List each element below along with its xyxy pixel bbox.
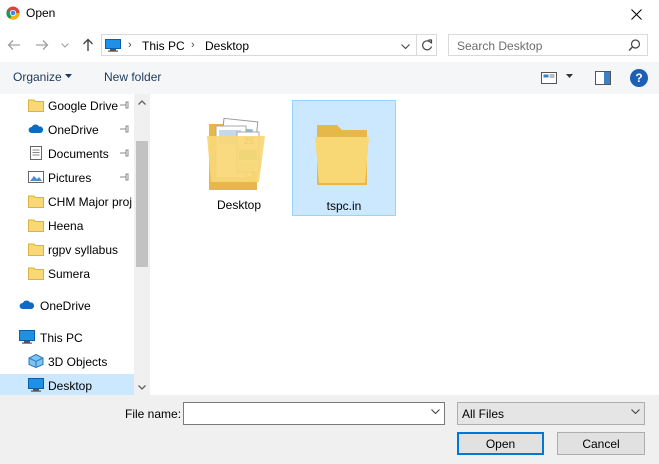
chrome-icon [6,6,20,20]
sidebar-item-label: CHM Major proj [48,195,133,209]
sidebar-item-3d-objects[interactable]: 3D Objects [0,350,134,374]
address-bar[interactable]: › This PC › Desktop [101,34,437,56]
sidebar-item-pictures[interactable]: Pictures [0,166,134,190]
pictures-icon [28,171,44,183]
sidebar-item-onedrive[interactable]: OneDrive [0,294,134,318]
desktop-icon [28,378,44,392]
file-name: Desktop [216,198,262,212]
file-name: tspc.in [326,199,362,213]
cloud-icon [19,300,35,309]
address-history-dropdown[interactable] [398,38,412,54]
file-item-desktop[interactable]: 25 Desktop [187,100,291,216]
chevron-up-icon [138,99,146,105]
sidebar-item-label: Desktop [48,379,93,393]
folder-icon [28,267,44,280]
folder-icon [28,219,44,232]
caret-down-icon[interactable] [566,74,573,78]
search-input[interactable]: Search Desktop [448,34,648,56]
folder-with-documents-icon: 25 [207,117,265,190]
chevron-down-icon [400,43,410,49]
scroll-up-button[interactable] [134,94,150,110]
search-icon [628,39,641,51]
sidebar-item-sumera[interactable]: Sumera [0,262,134,286]
file-name-label: File name: [125,407,182,421]
chevron-down-icon [61,42,69,48]
sidebar-item-desktop[interactable]: Desktop [0,374,134,395]
sidebar-item-heena[interactable]: Heena [0,214,134,238]
sidebar-item-label: Documents [48,147,109,161]
folder-icon [28,195,44,208]
file-type-select[interactable]: All Files [457,402,645,425]
close-button[interactable] [613,0,659,28]
new-folder-button[interactable]: New folder [104,70,161,84]
open-button[interactable]: Open [457,432,544,455]
title-bar: Open [0,0,659,28]
chevron-down-icon [138,384,146,390]
help-icon[interactable]: ? [630,69,648,87]
change-view-icon[interactable] [541,71,557,85]
refresh-icon [421,39,432,51]
computer-icon [19,330,35,344]
breadcrumb-separator: › [191,39,195,51]
sidebar-item-label: This PC [40,331,83,345]
file-type-value: All Files [462,407,505,421]
up-button[interactable] [78,36,98,54]
file-item-tspc-in[interactable]: tspc.in [292,100,396,216]
window-title: Open [26,6,56,20]
scrollbar-thumb[interactable] [136,141,148,267]
sidebar-item-label: Heena [48,219,84,233]
navigation-pane: Google Drive OneDrive Documents Pictures… [0,94,150,395]
arrow-right-icon [36,40,49,50]
computer-icon [105,39,121,52]
sidebar-item-rgpv-syllabus[interactable]: rgpv syllabus [0,238,134,262]
breadcrumb-this-pc[interactable]: This PC [142,39,185,53]
pin-icon [120,173,129,181]
scroll-down-button[interactable] [134,379,150,395]
arrow-left-icon [7,40,20,50]
cancel-button[interactable]: Cancel [557,432,645,455]
pin-icon [120,125,129,133]
navigation-pane-scrollbar[interactable] [134,94,150,395]
sidebar-item-this-pc[interactable]: This PC [0,326,134,350]
arrow-up-icon [83,38,93,51]
caret-down-icon [65,74,72,78]
refresh-button[interactable] [416,35,436,55]
forward-button[interactable] [32,36,52,54]
command-toolbar: Organize New folder ? [0,62,659,94]
sidebar-item-chm-major-proj[interactable]: CHM Major proj [0,190,134,214]
sidebar-item-google-drive[interactable]: Google Drive [0,94,134,118]
documents-icon [30,146,42,160]
file-list: 25 Desktop tspc.in [150,94,659,395]
sidebar-item-label: rgpv syllabus [48,243,119,257]
dialog-footer: File name: All Files Open Cancel [0,395,659,464]
search-placeholder: Search Desktop [457,39,543,53]
folder-icon [28,243,44,256]
cube-icon [28,354,44,368]
cloud-icon [28,124,44,133]
sidebar-item-label: Pictures [48,171,92,185]
sidebar-item-label: Google Drive [48,99,119,113]
pin-icon [120,149,129,157]
sidebar-item-label: Sumera [48,267,91,281]
sidebar-item-label: OneDrive [40,299,91,313]
organize-button[interactable]: Organize [13,70,62,84]
back-button[interactable] [4,36,24,54]
preview-pane-icon[interactable] [595,71,611,85]
recent-locations-button[interactable] [58,36,72,54]
sidebar-item-onedrive-pinned[interactable]: OneDrive [0,118,134,142]
breadcrumb-separator: › [128,39,132,51]
folder-icon [315,125,369,185]
close-icon [630,8,642,20]
chevron-down-icon [631,409,640,414]
breadcrumb-desktop[interactable]: Desktop [205,39,249,53]
pin-icon [120,101,129,109]
sidebar-item-label: OneDrive [48,123,99,137]
chevron-down-icon[interactable] [431,409,440,414]
file-name-input[interactable] [183,402,445,425]
sidebar-item-documents[interactable]: Documents [0,142,134,166]
folder-icon [28,99,44,112]
sidebar-item-label: 3D Objects [48,355,108,369]
